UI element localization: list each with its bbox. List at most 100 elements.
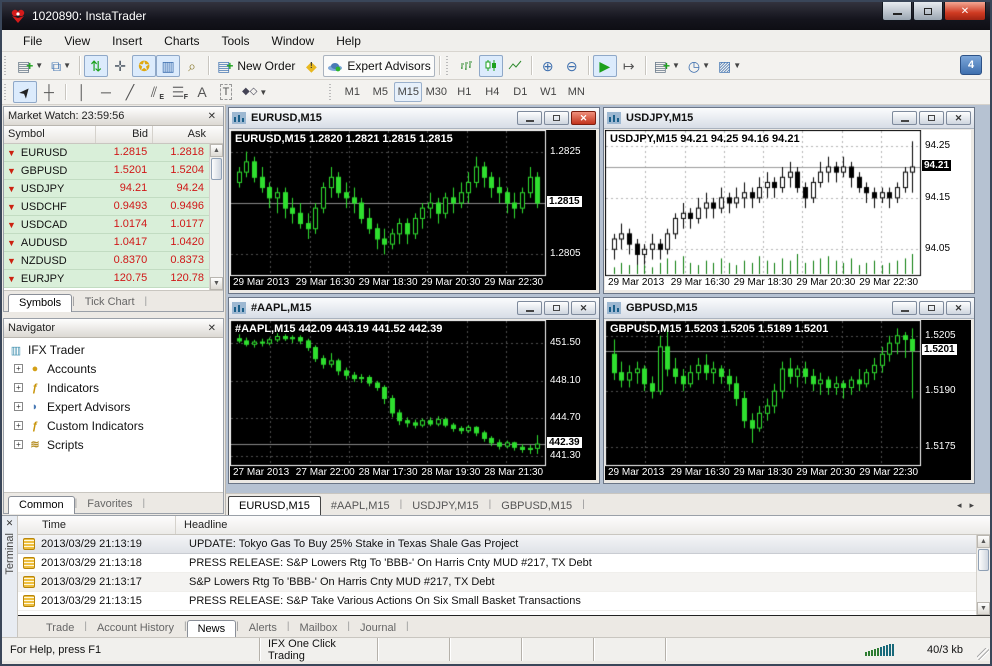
market-watch-scrollbar[interactable]: ▲ ▼	[209, 144, 223, 290]
chart-close-button[interactable]: ✕	[571, 301, 596, 315]
market-watch-toggle[interactable]: ⇅	[84, 54, 109, 77]
toolbar-grip[interactable]	[445, 56, 451, 75]
chart-window-aapl[interactable]: #AAPL,M15 ✕ #AAPL,M15 442.09 443.19 441.52…	[228, 297, 600, 484]
minimize-button[interactable]	[882, 2, 912, 21]
chart-restore-button[interactable]	[919, 301, 944, 315]
chart-canvas[interactable]	[230, 320, 596, 480]
expand-icon[interactable]: +	[14, 421, 23, 430]
market-watch-row[interactable]: ▼ NZDUSD 0.8370 0.8373	[4, 252, 209, 270]
scroll-up-icon[interactable]: ▲	[977, 535, 990, 548]
chart-window-usdjpy[interactable]: USDJPY,M15 ✕ USDJPY,M15 94.21 94.25 94.16 …	[603, 107, 975, 294]
news-row[interactable]: 2013/03/29 21:13:19 UPDATE: Tokyo Gas To …	[18, 535, 976, 554]
chart-minimize-button[interactable]	[892, 111, 917, 125]
scroll-down-icon[interactable]: ▼	[210, 277, 223, 290]
chart-restore-button[interactable]	[544, 111, 569, 125]
column-symbol[interactable]: Symbol	[4, 126, 96, 143]
terminal-scrollbar[interactable]: ▲ ▼	[976, 535, 990, 615]
trendline-button[interactable]: ╱	[118, 81, 142, 103]
terminal-tab-news[interactable]: News	[186, 620, 237, 637]
news-row[interactable]: 2013/03/29 21:13:17 S&P Lowers Rtg To 'BB…	[18, 573, 976, 592]
expand-icon[interactable]: +	[14, 402, 23, 411]
chart-restore-button[interactable]	[544, 301, 569, 315]
candlestick-button[interactable]	[478, 54, 503, 77]
chart-canvas[interactable]	[605, 320, 971, 480]
vertical-line-button[interactable]: │	[70, 81, 94, 103]
scroll-thumb[interactable]	[978, 549, 989, 571]
terminal-toggle[interactable]: ▥	[156, 54, 181, 77]
tab-tick-chart[interactable]: Tick Chart	[75, 294, 145, 311]
profiles-button[interactable]: ⧉ ▼	[47, 55, 75, 77]
timeframe-m15[interactable]: M15	[394, 82, 423, 102]
navigator-root[interactable]: ▥ IFX Trader	[8, 341, 223, 359]
chart-restore-button[interactable]	[919, 111, 944, 125]
zoom-in-button[interactable]: ⊕	[536, 55, 560, 77]
data-window-button[interactable]: ✛	[108, 55, 132, 77]
terminal-tab-account-history[interactable]: Account History	[87, 620, 184, 637]
chart-window-titlebar[interactable]: USDJPY,M15 ✕	[604, 108, 974, 129]
auto-scroll-button[interactable]: ▶	[592, 54, 617, 77]
chart-window-gbpusd[interactable]: GBPUSD,M15 ✕ GBPUSD,M15 1.5203 1.5205 1.51…	[603, 297, 975, 484]
new-chart-button[interactable]: ▤ + ▼	[13, 55, 47, 77]
terminal-tab-alerts[interactable]: Alerts	[239, 620, 287, 637]
text-label-button[interactable]: T	[214, 81, 238, 103]
navigator-item-scripts[interactable]: + ≋ Scripts	[14, 435, 223, 454]
chart-minimize-button[interactable]	[517, 111, 542, 125]
arrows-button[interactable]: ◆◇ ▼	[238, 81, 271, 103]
metaeditor-alert-button[interactable]: ◆!	[299, 55, 323, 77]
panel-splitter[interactable]	[2, 313, 225, 317]
new-order-button[interactable]: ▤ + New Order	[213, 55, 299, 77]
maximize-button[interactable]	[913, 2, 943, 21]
column-time[interactable]: Time	[18, 516, 176, 534]
tab-scroll-arrows[interactable]: ◂▸	[957, 500, 982, 511]
chart-close-button[interactable]: ✕	[946, 301, 971, 315]
timeframe-w1[interactable]: W1	[534, 82, 562, 102]
one-click-trading-status[interactable]: IFX One Click Trading	[260, 638, 378, 662]
market-watch-close-icon[interactable]: ✕	[205, 111, 219, 122]
market-watch-row[interactable]: ▼ GBPUSD 1.5201 1.5204	[4, 162, 209, 180]
timeframe-m30[interactable]: M30	[422, 82, 450, 102]
news-row[interactable]: 2013/03/29 21:13:15 PRESS RELEASE: S&P Ta…	[18, 592, 976, 611]
terminal-tab-journal[interactable]: Journal	[350, 620, 406, 637]
close-button[interactable]: ✕	[944, 2, 986, 21]
terminal-tab-mailbox[interactable]: Mailbox	[289, 620, 347, 637]
expand-icon[interactable]: +	[14, 383, 23, 392]
column-headline[interactable]: Headline	[176, 516, 990, 534]
expand-icon[interactable]: +	[14, 440, 23, 449]
zoom-out-button[interactable]: ⊖	[560, 55, 584, 77]
navigator-item-accounts[interactable]: + ● Accounts	[14, 359, 223, 378]
timeframe-d1[interactable]: D1	[506, 82, 534, 102]
market-watch-row[interactable]: ▼ AUDUSD 1.0417 1.0420	[4, 234, 209, 252]
news-row[interactable]: 2013/03/29 21:13:18 PRESS RELEASE: S&P Lo…	[18, 554, 976, 573]
column-ask[interactable]: Ask	[153, 126, 210, 143]
menu-file[interactable]: File	[12, 31, 53, 51]
notifications-button[interactable]: 4	[960, 55, 982, 75]
chart-window-titlebar[interactable]: EURUSD,M15 ✕	[229, 108, 599, 129]
chart-plot-area[interactable]: USDJPY,M15 94.21 94.25 94.16 94.21 94.25 9…	[605, 130, 973, 292]
chart-shift-button[interactable]: ↦	[617, 55, 641, 77]
terminal-tab-trade[interactable]: Trade	[36, 620, 84, 637]
channel-button[interactable]: ⫽ E	[142, 81, 166, 103]
menu-tools[interactable]: Tools	[211, 31, 261, 51]
market-watch-row[interactable]: ▼ EURJPY 120.75 120.78	[4, 270, 209, 288]
chart-tab--aapl-m15[interactable]: #AAPL,M15	[321, 497, 400, 515]
menu-help[interactable]: Help	[325, 31, 372, 51]
chart-canvas[interactable]	[605, 130, 971, 290]
terminal-close-icon[interactable]: ✕	[6, 518, 14, 529]
chart-plot-area[interactable]: EURUSD,M15 1.2820 1.2821 1.2815 1.2815 1.…	[230, 130, 598, 292]
chart-minimize-button[interactable]	[517, 301, 542, 315]
menu-window[interactable]: Window	[261, 31, 326, 51]
market-watch-row[interactable]: ▼ USDJPY 94.21 94.24	[4, 180, 209, 198]
timeframe-m1[interactable]: M1	[338, 82, 366, 102]
crosshair-button[interactable]: ┼	[37, 81, 61, 103]
chart-tab-usdjpy-m15[interactable]: USDJPY,M15	[402, 497, 488, 515]
navigator-item-custom-indicators[interactable]: + ƒ Custom Indicators	[14, 416, 223, 435]
expand-icon[interactable]: +	[14, 364, 23, 373]
resize-grip[interactable]	[977, 648, 989, 660]
text-button[interactable]: A	[190, 81, 214, 103]
toolbar-grip[interactable]	[329, 83, 335, 101]
market-watch-row[interactable]: ▼ USDCHF 0.9493 0.9496	[4, 198, 209, 216]
market-watch-row[interactable]: ▼ EURUSD 1.2815 1.2818	[4, 144, 209, 162]
chart-tab-eurusd-m15[interactable]: EURUSD,M15	[228, 496, 321, 515]
scroll-up-icon[interactable]: ▲	[210, 144, 223, 157]
tab-symbols[interactable]: Symbols	[8, 294, 73, 312]
